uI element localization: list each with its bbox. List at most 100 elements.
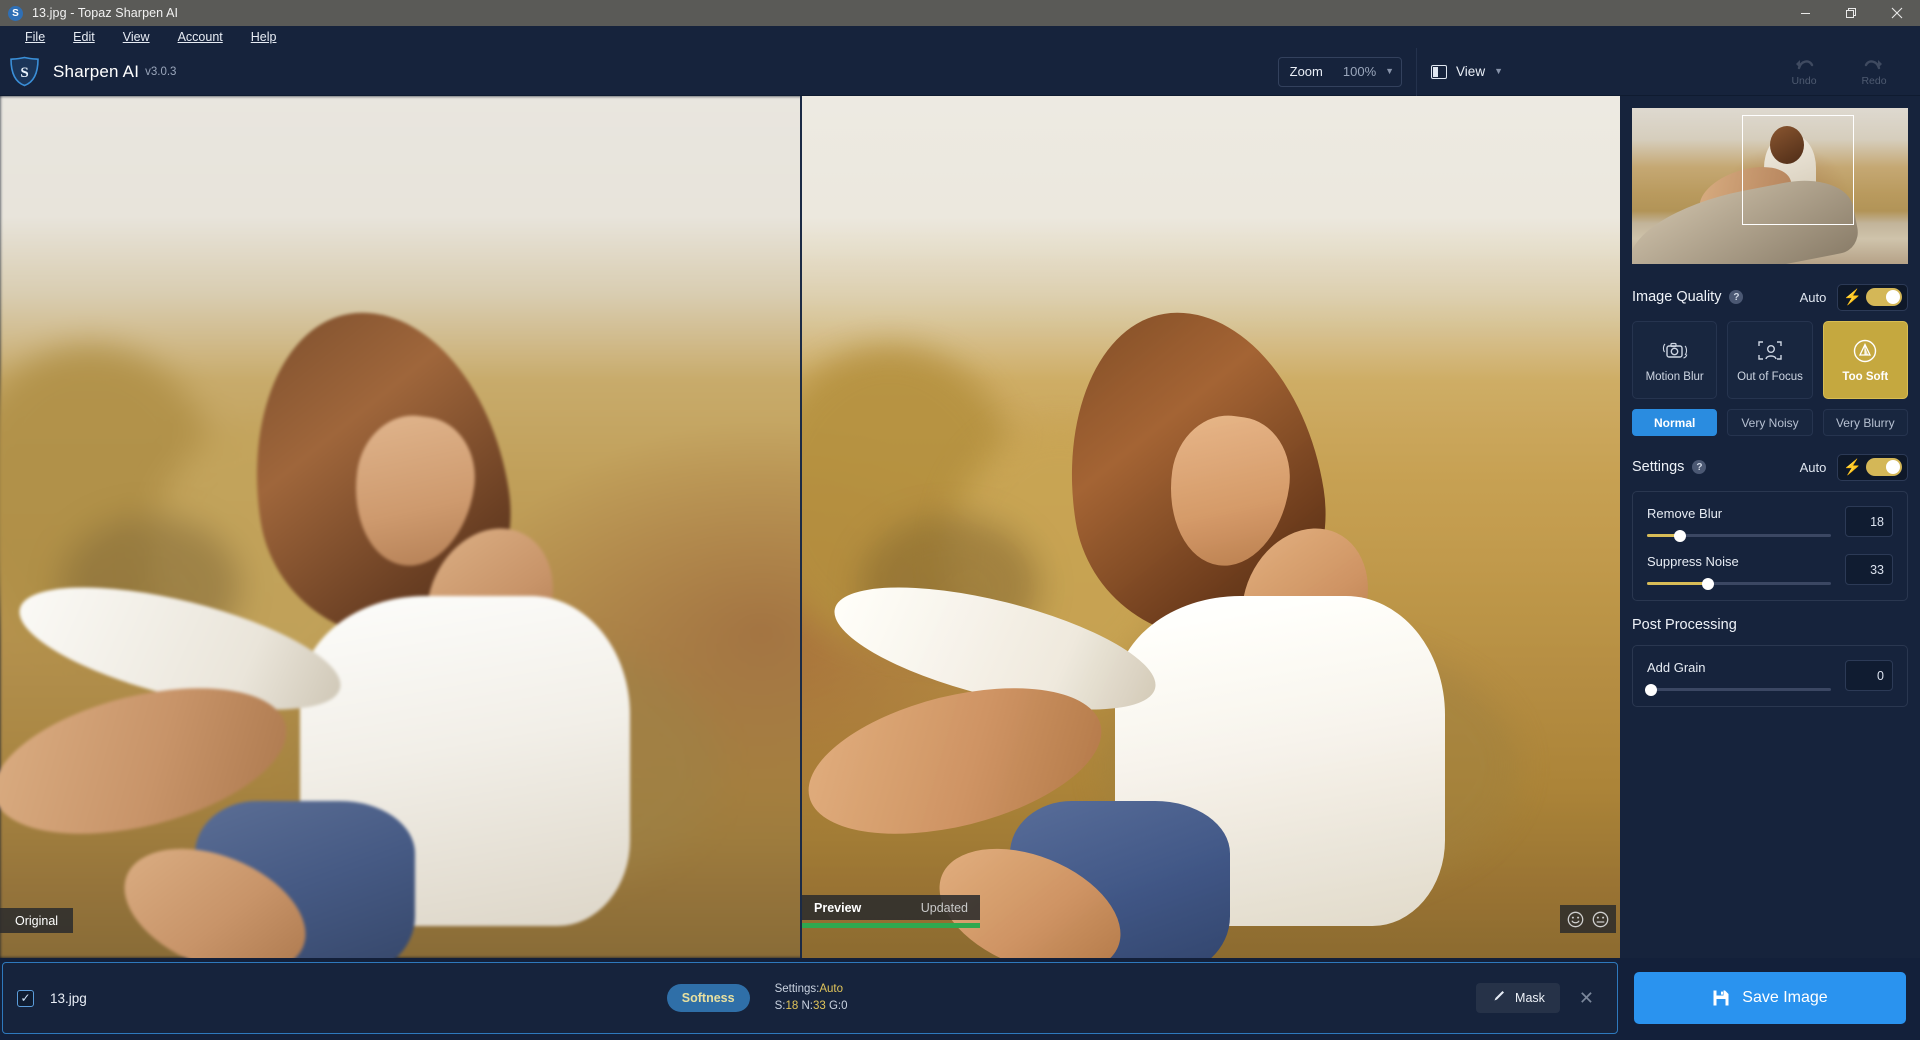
settings-summary: Settings:Auto S:18 N:33 G:0 bbox=[775, 981, 848, 1014]
motion-blur-camera-icon bbox=[1660, 338, 1690, 364]
file-checkbox[interactable]: ✓ bbox=[17, 989, 34, 1007]
suppress-noise-value[interactable]: 33 bbox=[1845, 554, 1893, 585]
remove-blur-value[interactable]: 18 bbox=[1845, 506, 1893, 537]
too-soft-prism-icon bbox=[1852, 338, 1878, 364]
toggle-switch[interactable] bbox=[1866, 288, 1902, 306]
settings-card: Remove Blur 18 Suppress Noise 33 bbox=[1632, 491, 1908, 601]
checkmark-icon: ✓ bbox=[20, 991, 31, 1005]
save-image-button[interactable]: Save Image bbox=[1634, 972, 1906, 1024]
save-image-label: Save Image bbox=[1742, 989, 1828, 1006]
menu-account[interactable]: Account bbox=[164, 26, 237, 48]
filmstrip-filename: 13.jpg bbox=[50, 990, 87, 1006]
auto-label: Auto bbox=[1799, 459, 1827, 475]
app-window: S 13.jpg - Topaz Sharpen AI File Edit Vi… bbox=[0, 0, 1920, 1040]
menu-help-label: Help bbox=[250, 30, 277, 44]
app-header: S Sharpen AI v3.0.3 Zoom 100% ▼ View ▼ U… bbox=[0, 47, 1920, 96]
settings-prefix: Settings: bbox=[774, 983, 820, 996]
mask-label: Mask bbox=[1515, 991, 1545, 1005]
window-title: 13.jpg - Topaz Sharpen AI bbox=[32, 6, 179, 20]
pane-divider[interactable] bbox=[800, 96, 802, 958]
smiley-face-icon[interactable] bbox=[1567, 911, 1584, 928]
mode-too-soft[interactable]: Too Soft bbox=[1822, 321, 1908, 399]
sharpen-value: 18 bbox=[785, 1000, 799, 1012]
mode-out-of-focus[interactable]: Out of Focus bbox=[1727, 321, 1813, 399]
help-icon[interactable]: ? bbox=[1729, 290, 1744, 304]
image-workspace[interactable]: Original Preview Updated bbox=[0, 96, 1620, 958]
settings-auto-toggle[interactable]: ⚡ bbox=[1837, 453, 1908, 481]
preview-image bbox=[802, 96, 1620, 958]
suppress-noise-label: Suppress Noise bbox=[1647, 554, 1739, 569]
close-icon[interactable] bbox=[1874, 0, 1920, 26]
settings-value: Auto bbox=[819, 983, 844, 996]
close-icon[interactable]: ✕ bbox=[1570, 989, 1603, 1007]
view-control[interactable]: View ▼ bbox=[1431, 57, 1503, 87]
menu-help[interactable]: Help bbox=[237, 26, 291, 48]
right-sidebar: Image Quality ? Auto ⚡ Motion Blur Out o… bbox=[1620, 96, 1920, 958]
auto-label: Auto bbox=[1799, 289, 1827, 305]
restore-icon[interactable] bbox=[1828, 0, 1874, 26]
suppress-noise-row: Suppress Noise 33 bbox=[1647, 554, 1893, 590]
sharpen-prefix: S: bbox=[774, 1000, 786, 1012]
neutral-face-icon[interactable] bbox=[1592, 911, 1609, 928]
zoom-control[interactable]: Zoom 100% ▼ bbox=[1277, 56, 1403, 87]
menu-edit[interactable]: Edit bbox=[59, 26, 109, 48]
header-divider bbox=[1416, 47, 1418, 96]
preview-tag: Preview Updated bbox=[802, 895, 980, 920]
sharpen-ai-shield-icon: S bbox=[8, 5, 23, 21]
menu-file[interactable]: File bbox=[11, 26, 59, 48]
redo-button[interactable]: Redo bbox=[1852, 56, 1896, 87]
original-pane[interactable]: Original bbox=[0, 96, 800, 958]
menu-account-label: Account bbox=[177, 30, 223, 44]
softness-pill[interactable]: Softness bbox=[666, 984, 750, 1012]
level-very-blurry[interactable]: Very Blurry bbox=[1822, 409, 1908, 436]
menu-view-label: View bbox=[122, 30, 150, 44]
settings-header: Settings ? Auto ⚡ bbox=[1632, 452, 1908, 482]
brush-icon bbox=[1491, 989, 1506, 1007]
noise-value: 33 bbox=[812, 1000, 826, 1012]
preview-label: Preview bbox=[814, 900, 862, 915]
svg-text:S: S bbox=[20, 65, 28, 81]
post-processing-card: Add Grain 0 bbox=[1632, 645, 1908, 707]
level-very-noisy[interactable]: Very Noisy bbox=[1727, 409, 1813, 436]
header-controls: Zoom 100% ▼ View ▼ Undo Redo bbox=[1277, 47, 1920, 96]
menu-edit-label: Edit bbox=[73, 30, 95, 44]
grain-prefix: G: bbox=[828, 1000, 842, 1012]
mode-too-soft-label: Too Soft bbox=[1842, 370, 1889, 383]
navigator-thumbnail[interactable] bbox=[1632, 108, 1908, 264]
toggle-switch[interactable] bbox=[1866, 458, 1902, 476]
zoom-value: 100% bbox=[1342, 64, 1377, 79]
quality-level-row: Normal Very Noisy Very Blurry bbox=[1632, 409, 1908, 436]
chevron-down-icon[interactable]: ▼ bbox=[1494, 67, 1503, 76]
out-of-focus-person-icon bbox=[1756, 338, 1784, 364]
mode-out-of-focus-label: Out of Focus bbox=[1737, 370, 1803, 383]
remove-blur-label: Remove Blur bbox=[1647, 506, 1723, 521]
suppress-noise-slider[interactable] bbox=[1647, 577, 1831, 590]
menu-view[interactable]: View bbox=[109, 26, 164, 48]
navigator-viewport-rect[interactable] bbox=[1742, 115, 1854, 225]
preview-pane[interactable] bbox=[802, 96, 1620, 958]
zoom-label: Zoom bbox=[1289, 64, 1323, 79]
menu-file-label: File bbox=[25, 30, 46, 44]
undo-label: Undo bbox=[1791, 75, 1817, 87]
preview-status: Updated bbox=[920, 900, 968, 915]
minimize-icon[interactable] bbox=[1782, 0, 1828, 26]
brand-name: Sharpen AI bbox=[53, 61, 140, 81]
help-icon[interactable]: ? bbox=[1692, 460, 1707, 474]
mask-button[interactable]: Mask bbox=[1476, 983, 1560, 1013]
remove-blur-slider[interactable] bbox=[1647, 529, 1831, 542]
sharpen-ai-shield-icon: S bbox=[9, 56, 40, 87]
filmstrip-actions: Mask ✕ bbox=[1476, 983, 1603, 1013]
add-grain-slider[interactable] bbox=[1644, 683, 1831, 696]
split-view-icon bbox=[1431, 64, 1448, 79]
add-grain-value[interactable]: 0 bbox=[1845, 660, 1893, 691]
chevron-down-icon[interactable]: ▼ bbox=[1385, 67, 1394, 76]
original-image bbox=[0, 96, 800, 958]
undo-button[interactable]: Undo bbox=[1782, 56, 1826, 87]
image-quality-auto-toggle[interactable]: ⚡ bbox=[1837, 283, 1908, 311]
preview-progress-bar bbox=[802, 923, 980, 928]
level-normal[interactable]: Normal bbox=[1632, 409, 1718, 436]
quality-mode-row: Motion Blur Out of Focus Too Soft bbox=[1632, 321, 1908, 399]
add-grain-row: Add Grain 0 bbox=[1644, 660, 1893, 696]
mode-motion-blur[interactable]: Motion Blur bbox=[1632, 321, 1718, 399]
image-quality-header: Image Quality ? Auto ⚡ bbox=[1632, 282, 1908, 312]
